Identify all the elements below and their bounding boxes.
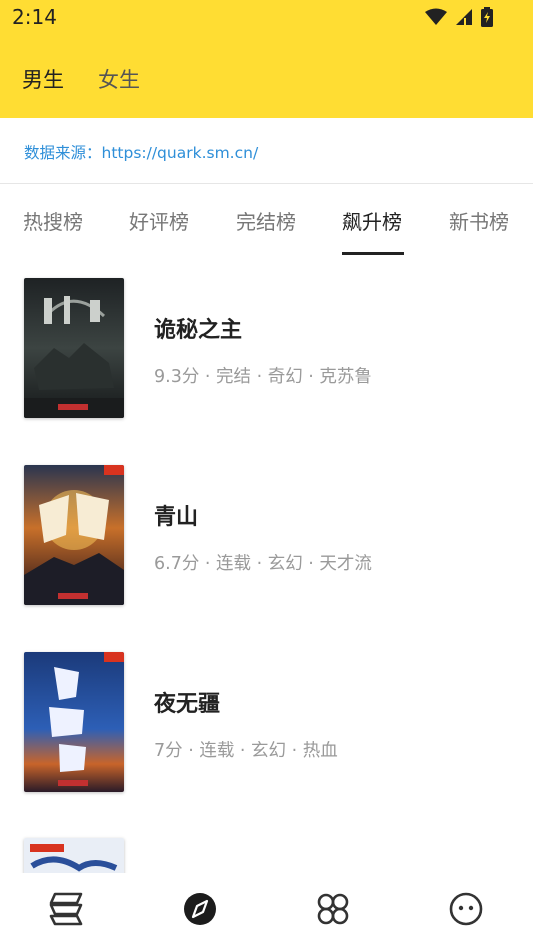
nav-profile[interactable]: [446, 891, 486, 931]
app-screen: 2:14 男生 女生 数据来源：https://quark.sm.cn/ 热搜榜…: [0, 0, 533, 948]
status-time: 2:14: [12, 5, 57, 29]
header: 2:14 男生 女生: [0, 0, 533, 118]
book-title: 夜无疆: [154, 692, 221, 717]
list-item[interactable]: 青山 6.7分 · 连载 · 玄幻 · 天才流: [0, 465, 533, 615]
nav-discover[interactable]: [180, 891, 220, 931]
active-tab-indicator: [342, 252, 404, 255]
book-meta: 9.3分 · 完结 · 奇幻 · 克苏鲁: [154, 367, 372, 387]
compass-icon: [183, 892, 217, 930]
data-source-link[interactable]: 数据来源：https://quark.sm.cn/: [24, 141, 258, 163]
book-cover: [24, 278, 124, 418]
divider: [0, 183, 533, 184]
book-title: 青山: [154, 505, 199, 530]
book-title: 诡秘之主: [154, 318, 243, 343]
book-meta: 7分 · 连载 · 玄幻 · 热血: [154, 741, 338, 761]
book-cover: [24, 465, 124, 605]
tab-male[interactable]: 男生: [22, 64, 64, 94]
list-item[interactable]: 诡秘之主 9.3分 · 完结 · 奇幻 · 克苏鲁: [0, 278, 533, 428]
bookshelf-icon: [48, 892, 84, 930]
tab-female[interactable]: 女生: [98, 64, 140, 94]
gender-tabs: 男生 女生: [22, 64, 140, 94]
bottom-nav: [0, 873, 533, 948]
book-meta: 6.7分 · 连载 · 玄幻 · 天才流: [154, 554, 372, 574]
book-cover: [24, 652, 124, 792]
profile-face-icon: [449, 892, 483, 930]
tab-top-rated[interactable]: 好评榜: [129, 206, 189, 235]
nav-bookshelf[interactable]: [46, 891, 86, 931]
tab-rising[interactable]: 飙升榜: [342, 206, 402, 235]
nav-category[interactable]: [313, 891, 353, 931]
tab-hot-search[interactable]: 热搜榜: [23, 206, 83, 235]
ranking-tabs: 热搜榜 好评榜 完结榜 飙升榜 新书榜: [0, 190, 533, 260]
list-item[interactable]: 夜无疆 7分 · 连载 · 玄幻 · 热血: [0, 652, 533, 802]
tab-new-books[interactable]: 新书榜: [449, 206, 509, 235]
status-icons: [425, 7, 493, 31]
category-icon: [316, 892, 350, 930]
wifi-icon: [425, 8, 447, 30]
battery-charging-icon: [481, 7, 493, 31]
tab-completed[interactable]: 完结榜: [236, 206, 296, 235]
signal-icon: [455, 8, 473, 30]
